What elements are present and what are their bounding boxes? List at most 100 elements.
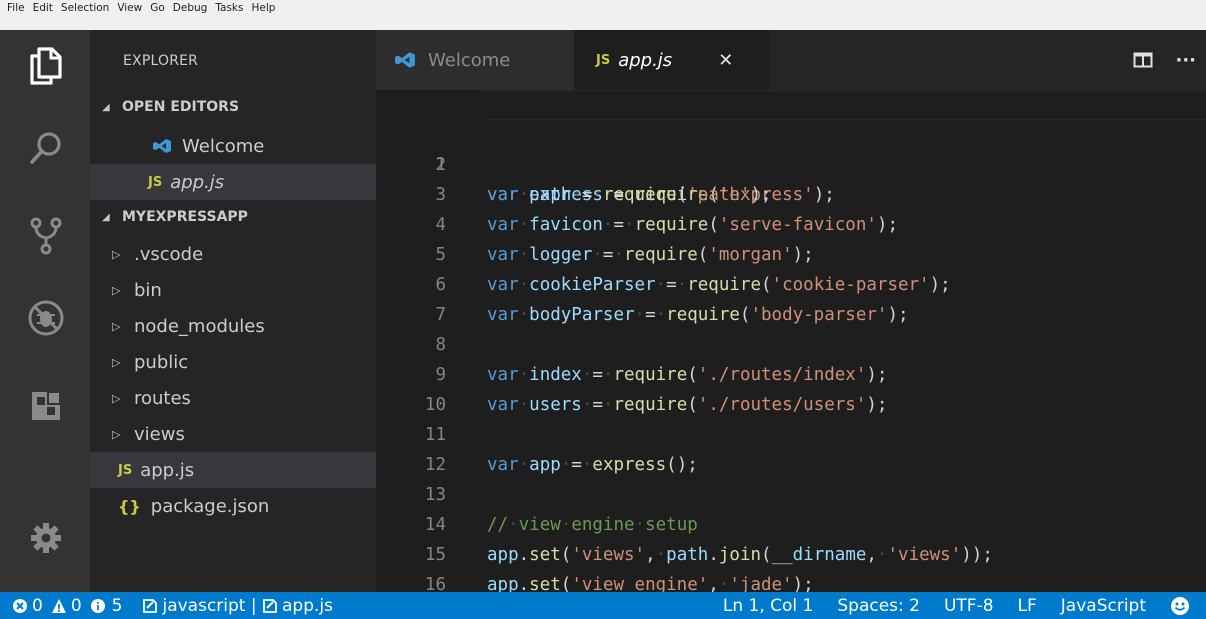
project-label: javascript |	[162, 595, 263, 616]
source-control-icon[interactable]	[24, 214, 68, 258]
files-icon[interactable]	[24, 44, 68, 88]
file-package-json[interactable]: {} package.json	[90, 488, 376, 524]
menu-bar: File Edit Selection View Go Debug Tasks …	[0, 0, 1206, 30]
folder-bin[interactable]: ▷ bin	[90, 272, 376, 308]
menu-edit[interactable]: Edit	[29, 1, 57, 15]
line-number: 16	[424, 575, 446, 592]
menu-tasks[interactable]: Tasks	[211, 1, 247, 15]
code-line: 8 var·index·=·require('./routes/index');	[376, 300, 1206, 385]
code-line: 13 //·view·engine·setup	[376, 450, 1206, 535]
code-line: 9 var·users·=·require('./routes/users');	[376, 330, 1206, 415]
debug-icon[interactable]	[24, 296, 68, 340]
file-label: app.js	[140, 459, 195, 481]
folder-label: bin	[134, 279, 162, 301]
error-count: 0	[32, 595, 43, 616]
current-line-highlight	[483, 90, 1206, 120]
js-icon: JS	[148, 174, 163, 190]
chevron-right-icon: ▷	[112, 391, 121, 405]
chevron-right-icon: ▷	[112, 319, 121, 333]
sidebar-title: EXPLORER	[123, 53, 199, 69]
folder-label: routes	[134, 387, 191, 409]
menu-help[interactable]: Help	[247, 1, 279, 15]
warning-count: 0	[70, 595, 82, 616]
folder-label: public	[134, 351, 189, 373]
eol-status[interactable]: LF	[1018, 596, 1037, 616]
info-count: 5	[111, 595, 123, 616]
code-line: 4 var·logger·=·require('morgan');	[376, 180, 1206, 265]
project-status[interactable]: javascript | app.js	[142, 596, 333, 616]
open-editors-header[interactable]: ◢ OPEN EDITORS	[90, 92, 376, 122]
code-line: 15 app.set('view engine',·'jade');	[376, 510, 1206, 592]
code-line: 10	[376, 360, 1206, 415]
folder-node-modules[interactable]: ▷ node_modules	[90, 308, 376, 344]
tab-label: Welcome	[428, 49, 511, 71]
search-icon[interactable]	[24, 126, 68, 170]
open-editor-label: app.js	[170, 171, 225, 193]
project-file-label: app.js	[282, 595, 333, 616]
warning-icon	[51, 598, 67, 614]
code-line: 1 var·express·=·require('express');	[376, 90, 1206, 205]
code-line: 11 var·app·=·express();	[376, 390, 1206, 475]
folder-public[interactable]: ▷ public	[90, 344, 376, 380]
code-line: 6 var·bodyParser·=·require('body-parser'…	[376, 240, 1206, 325]
activity-bar	[0, 30, 90, 592]
folder-views[interactable]: ▷ views	[90, 416, 376, 452]
open-editors-label: OPEN EDITORS	[122, 99, 240, 115]
status-bar: 0 0 5 javascript | app.js Ln 1, Col 1 Sp…	[0, 592, 1206, 619]
open-editor-app-js[interactable]: JS app.js	[90, 164, 376, 200]
file-label: package.json	[150, 495, 270, 517]
close-icon[interactable]: ✕	[718, 50, 733, 71]
tab-welcome[interactable]: Welcome	[376, 30, 574, 90]
menu-view[interactable]: View	[113, 1, 146, 15]
collapse-triangle-icon: ◢	[102, 211, 110, 223]
settings-gear-icon[interactable]	[24, 516, 68, 560]
code-line: 12	[376, 420, 1206, 475]
code-editor[interactable]: 1 var·express·=·require('express'); 2 va…	[376, 90, 1206, 592]
project-header[interactable]: ◢ MYEXPRESSAPP	[90, 202, 376, 232]
code-line: 7	[376, 270, 1206, 325]
feedback-smiley-icon[interactable]	[1170, 596, 1190, 616]
project-icon	[142, 598, 158, 614]
code-line: 3 var·favicon·=·require('serve-favicon')…	[376, 150, 1206, 235]
vscode-icon	[152, 138, 172, 154]
tab-label: app.js	[618, 49, 673, 71]
code-line: 5 var·cookieParser·=·require('cookie-par…	[376, 210, 1206, 295]
js-icon: JS	[118, 462, 133, 478]
chevron-right-icon: ▷	[112, 247, 121, 261]
chevron-right-icon: ▷	[112, 283, 121, 297]
chevron-right-icon: ▷	[112, 427, 121, 441]
tab-actions: ···	[1133, 30, 1206, 90]
menu-selection[interactable]: Selection	[57, 1, 113, 15]
folder-label: views	[134, 423, 185, 445]
more-actions-icon[interactable]: ···	[1175, 50, 1196, 71]
menu-go[interactable]: Go	[146, 1, 169, 15]
menu-debug[interactable]: Debug	[169, 1, 212, 15]
info-icon	[90, 598, 106, 614]
project-file-icon	[262, 598, 278, 614]
editor-tab-bar: Welcome JS app.js ✕ ···	[376, 30, 1206, 90]
collapse-triangle-icon: ◢	[102, 101, 110, 113]
explorer-sidebar: EXPLORER ◢ OPEN EDITORS Welcome JS app.j…	[90, 30, 376, 592]
split-editor-icon[interactable]	[1133, 52, 1153, 68]
indentation-status[interactable]: Spaces: 2	[837, 596, 920, 616]
project-label: MYEXPRESSAPP	[122, 209, 248, 225]
folder-vscode[interactable]: ▷ .vscode	[90, 236, 376, 272]
file-app-js[interactable]: JS app.js	[90, 452, 376, 488]
js-icon: JS	[596, 52, 611, 68]
code-line: 14 app.set('views',·path.join(__dirname,…	[376, 480, 1206, 565]
language-mode[interactable]: JavaScript	[1061, 596, 1146, 616]
folder-routes[interactable]: ▷ routes	[90, 380, 376, 416]
vscode-icon	[394, 51, 416, 69]
menu-file[interactable]: File	[3, 1, 29, 15]
tab-app-js[interactable]: JS app.js ✕	[574, 30, 770, 90]
cursor-position[interactable]: Ln 1, Col 1	[723, 596, 814, 616]
open-editor-label: Welcome	[182, 135, 265, 157]
folder-label: node_modules	[134, 315, 265, 337]
encoding-status[interactable]: UTF-8	[944, 596, 994, 616]
json-icon: {}	[118, 496, 141, 516]
error-icon	[12, 598, 28, 614]
problems-status[interactable]: 0 0 5	[12, 596, 122, 616]
open-editor-welcome[interactable]: Welcome	[90, 128, 376, 164]
extensions-icon[interactable]	[24, 384, 68, 428]
chevron-right-icon: ▷	[112, 355, 121, 369]
